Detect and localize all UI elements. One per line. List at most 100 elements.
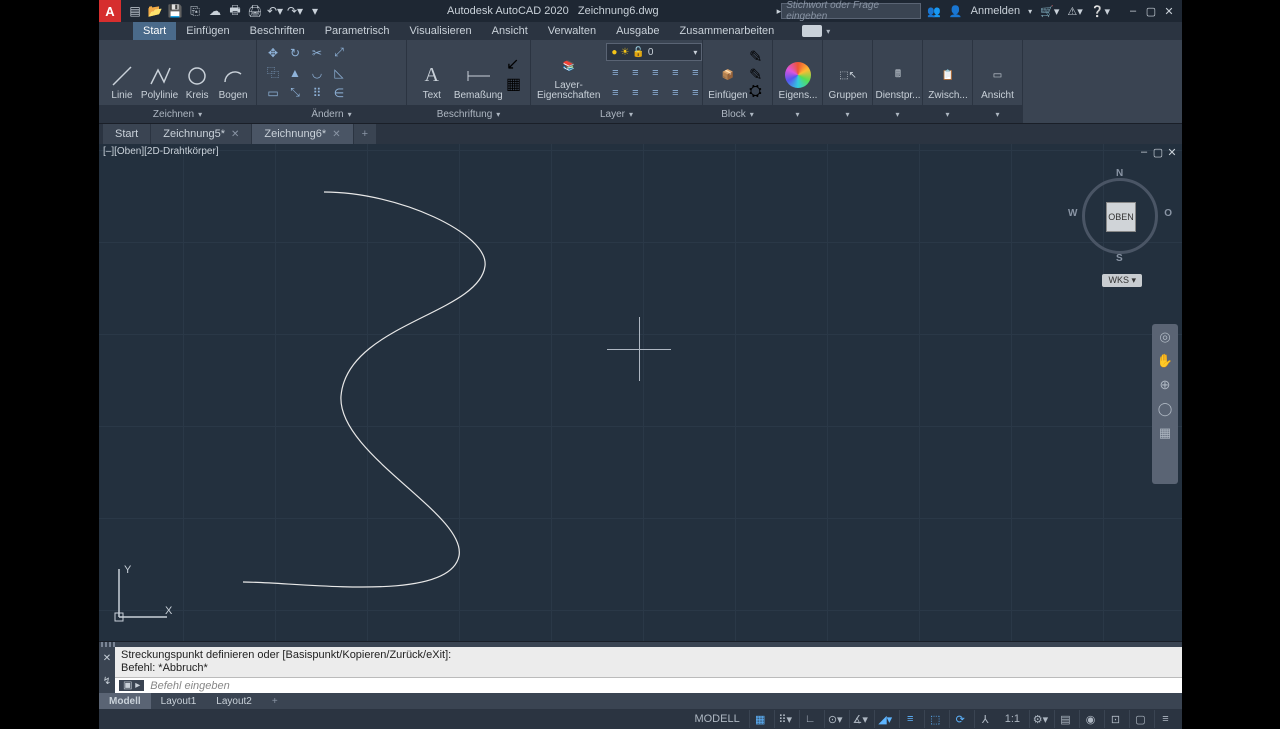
- selection-cycling-icon[interactable]: ⟳: [949, 710, 971, 728]
- viewport-label[interactable]: [–][Oben][2D-Drahtkörper]: [103, 146, 219, 157]
- signin-button[interactable]: Anmelden: [971, 5, 1021, 17]
- clean-screen-icon[interactable]: ▢: [1129, 710, 1151, 728]
- rotate-icon[interactable]: ↻: [285, 44, 305, 62]
- model-tab[interactable]: Modell: [99, 693, 151, 709]
- layer-tool-icon[interactable]: ≡: [646, 64, 664, 82]
- panel-props-expand[interactable]: ▾: [773, 105, 822, 123]
- offset-icon[interactable]: ∈: [329, 84, 349, 102]
- qat-more-icon[interactable]: ▾: [307, 3, 323, 19]
- polar-toggle-icon[interactable]: ⊙▾: [824, 710, 846, 728]
- layer-selector[interactable]: ●☀🔓0▾: [606, 43, 702, 61]
- steering-wheel-icon[interactable]: ◎: [1156, 328, 1174, 346]
- connectivity-icon[interactable]: 👥: [927, 5, 941, 18]
- transparency-icon[interactable]: ⬚: [924, 710, 946, 728]
- mirror-icon[interactable]: ▲: [285, 64, 305, 82]
- layer-tool-icon[interactable]: ≡: [626, 64, 644, 82]
- annotation-scale-icon[interactable]: ⅄: [974, 710, 996, 728]
- help-search-input[interactable]: Stichwort oder Frage eingeben: [781, 3, 921, 19]
- layout-tab[interactable]: Layout1: [151, 693, 207, 709]
- user-dropdown-icon[interactable]: ▾: [1028, 7, 1032, 16]
- hardware-accel-icon[interactable]: ◉: [1079, 710, 1101, 728]
- clipboard-button[interactable]: 📋Zwisch...: [929, 43, 967, 103]
- panel-annotation-title[interactable]: Beschriftung▾: [407, 105, 530, 123]
- model-space-label[interactable]: MODELL: [688, 713, 745, 725]
- vp-close-icon[interactable]: ✕: [1166, 146, 1178, 159]
- snap-toggle-icon[interactable]: ⠿▾: [774, 710, 796, 728]
- groups-button[interactable]: ⬚↖Gruppen: [829, 43, 867, 103]
- web-icon[interactable]: ☁: [207, 3, 223, 19]
- workspace-switch-icon[interactable]: ⚙▾: [1029, 710, 1051, 728]
- create-block-icon[interactable]: ✎: [749, 47, 765, 63]
- a360-icon[interactable]: ⚠▾: [1067, 5, 1082, 18]
- scale-label[interactable]: 1:1: [999, 713, 1026, 725]
- block-attr-icon[interactable]: ⛭: [749, 83, 765, 99]
- insert-block-button[interactable]: 📦Einfügen: [709, 43, 747, 103]
- tab-output[interactable]: Ausgabe: [606, 22, 669, 40]
- exchange-icon[interactable]: 🛒▾: [1040, 5, 1059, 18]
- tab-visualize[interactable]: Visualisieren: [400, 22, 482, 40]
- isolate-objects-icon[interactable]: ⊡: [1104, 710, 1126, 728]
- edit-block-icon[interactable]: ✎: [749, 65, 765, 81]
- app-logo-icon[interactable]: A: [99, 0, 121, 22]
- tab-insert[interactable]: Einfügen: [176, 22, 239, 40]
- panel-draw-title[interactable]: Zeichnen▾: [99, 105, 256, 123]
- featured-apps-icon[interactable]: [802, 25, 822, 37]
- showmotion-icon[interactable]: ▦: [1156, 424, 1174, 442]
- viewcube[interactable]: OBEN N S W O: [1076, 172, 1164, 260]
- layer-tool-icon[interactable]: ≡: [646, 84, 664, 102]
- tab-collaborate[interactable]: Zusammenarbeiten: [670, 22, 785, 40]
- table-icon[interactable]: ▦: [506, 74, 524, 92]
- zoom-extents-icon[interactable]: ⊕: [1156, 376, 1174, 394]
- tab-overflow-icon[interactable]: ▾: [826, 27, 830, 36]
- undo-icon[interactable]: ↶▾: [267, 3, 283, 19]
- cmd-customize-icon[interactable]: ↯: [103, 676, 111, 687]
- leader-icon[interactable]: ↙: [506, 54, 524, 72]
- stretch-icon[interactable]: ▭: [263, 84, 283, 102]
- tab-view[interactable]: Ansicht: [482, 22, 538, 40]
- close-tab-icon[interactable]: ✕: [231, 129, 239, 140]
- panel-modify-title[interactable]: Ändern▾: [257, 105, 406, 123]
- viewcube-top[interactable]: OBEN: [1106, 202, 1136, 232]
- print-icon[interactable]: 🖨: [247, 3, 263, 19]
- panel-view-expand[interactable]: ▾: [973, 105, 1022, 123]
- arc-button[interactable]: Bogen: [216, 43, 250, 103]
- move-icon[interactable]: ✥: [263, 44, 283, 62]
- add-layout-button[interactable]: +: [262, 693, 288, 709]
- view-button[interactable]: ▭Ansicht: [979, 43, 1016, 103]
- saveas-icon[interactable]: ⎘: [187, 3, 203, 19]
- grid-toggle-icon[interactable]: ▦: [749, 710, 771, 728]
- tab-manage[interactable]: Verwalten: [538, 22, 606, 40]
- start-tab[interactable]: Start: [103, 124, 151, 144]
- wcs-label[interactable]: WKS ▾: [1102, 274, 1142, 287]
- layer-tool-icon[interactable]: ≡: [666, 64, 684, 82]
- annotation-monitor-icon[interactable]: ▤: [1054, 710, 1076, 728]
- redo-icon[interactable]: ↷▾: [287, 3, 303, 19]
- save-icon[interactable]: 💾: [167, 3, 183, 19]
- isodraft-icon[interactable]: ∡▾: [849, 710, 871, 728]
- layer-properties-button[interactable]: 📚Layer- Eigenschaften: [537, 43, 600, 103]
- new-tab-button[interactable]: +: [354, 124, 377, 144]
- utilities-button[interactable]: 🖩Dienstpr...: [879, 43, 917, 103]
- layer-tool-icon[interactable]: ≡: [686, 64, 704, 82]
- array-icon[interactable]: ⠿: [307, 84, 327, 102]
- panel-clip-expand[interactable]: ▾: [923, 105, 972, 123]
- properties-button[interactable]: Eigens...: [779, 43, 817, 103]
- panel-groups-expand[interactable]: ▾: [823, 105, 872, 123]
- cmd-close-icon[interactable]: ✕: [103, 653, 111, 664]
- open-icon[interactable]: 📂: [147, 3, 163, 19]
- polyline-button[interactable]: Polylinie: [141, 43, 178, 103]
- plot-icon[interactable]: 🖶: [227, 3, 243, 19]
- customize-status-icon[interactable]: ≡: [1154, 710, 1176, 728]
- pan-icon[interactable]: ✋: [1156, 352, 1174, 370]
- close-tab-icon[interactable]: ✕: [332, 129, 340, 140]
- drawing-tab[interactable]: Zeichnung6*✕: [252, 124, 353, 144]
- tab-parametric[interactable]: Parametrisch: [315, 22, 400, 40]
- user-icon[interactable]: 👤: [949, 5, 963, 18]
- layout-tab[interactable]: Layout2: [206, 693, 262, 709]
- fillet-icon[interactable]: ◡: [307, 64, 327, 82]
- line-button[interactable]: Linie: [105, 43, 139, 103]
- extend-icon[interactable]: ⤢: [329, 44, 349, 62]
- layer-tool-icon[interactable]: ≡: [666, 84, 684, 102]
- layer-tool-icon[interactable]: ≡: [626, 84, 644, 102]
- lineweight-icon[interactable]: ≡: [899, 710, 921, 728]
